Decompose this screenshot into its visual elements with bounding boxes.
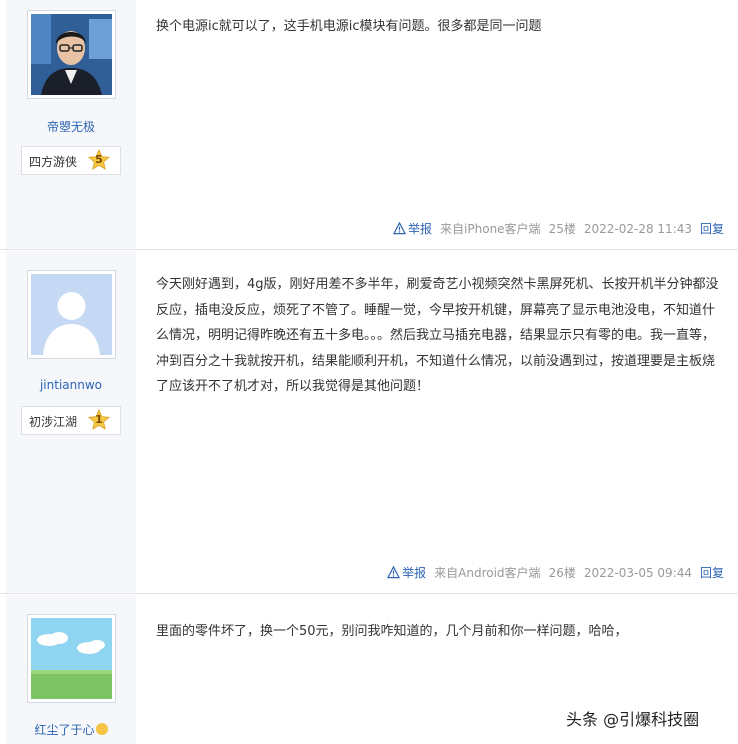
warning-icon [387,566,401,579]
username[interactable]: 红尘了于心 [34,723,94,737]
level-badge: 四方游侠 5 [21,146,121,175]
author-panel: jintiannwo 初涉江湖 1 [6,251,136,593]
post-meta: 举报 来自Android客户端 26楼 2022-03-05 09:44 回复 [387,564,724,581]
post-content: 换个电源ic就可以了，这手机电源ic模块有问题。很多都是同一问题 [156,19,542,34]
reply-link[interactable]: 回复 [700,220,724,237]
client-source: 来自Android客户端 [434,566,541,580]
post-content: 里面的零件坏了，换一个50元，别问我咋知道的，几个月前和你一样问题，哈哈， [156,624,628,639]
report-label: 举报 [408,222,433,236]
username-row[interactable]: 红尘了于心 [6,721,136,738]
post-meta: 举报 来自iPhone客户端 25楼 2022-02-28 11:43 回复 [393,220,724,237]
floor-number: 25楼 [548,222,576,236]
report-label: 举报 [402,566,427,580]
warning-icon [393,222,407,235]
username[interactable]: 帝曌无极 [6,118,136,135]
level-name: 四方游侠 [29,155,78,169]
avatar[interactable] [27,270,116,359]
post-floor-26: jintiannwo 初涉江湖 1 今天刚好遇到，4g版，刚好用差不多半年，刷爱… [0,251,738,594]
level-star-icon: 5 [88,149,110,171]
level-badge: 初涉江湖 1 [21,406,121,435]
level-number: 1 [95,413,103,426]
reply-link[interactable]: 回复 [700,564,724,581]
avatar[interactable] [27,10,116,99]
client-source: 来自iPhone客户端 [440,222,541,236]
level-name: 初涉江湖 [29,415,78,429]
report-link[interactable]: 举报 [387,564,426,581]
post-time: 2022-02-28 11:43 [583,221,692,236]
smile-emoji-icon [95,723,108,735]
post-content: 今天刚好遇到，4g版，刚好用差不多半年，刷爱奇艺小视频突然卡黑屏死机、长按开机半… [156,277,719,394]
avatar[interactable] [27,614,116,703]
level-star-icon: 1 [88,409,110,431]
post-floor-25: 帝曌无极 四方游侠 5 换个电源ic就可以了，这手机电源ic模块有问题。很多都是… [0,0,738,250]
report-link[interactable]: 举报 [393,220,432,237]
post-time: 2022-03-05 09:44 [583,565,692,580]
level-number: 5 [95,153,103,166]
watermark: 头条 @引爆科技圈 [566,710,700,729]
floor-number: 26楼 [548,566,576,580]
author-panel: 红尘了于心 [6,595,136,744]
author-panel: 帝曌无极 四方游侠 5 [6,0,136,249]
username[interactable]: jintiannwo [6,378,136,392]
